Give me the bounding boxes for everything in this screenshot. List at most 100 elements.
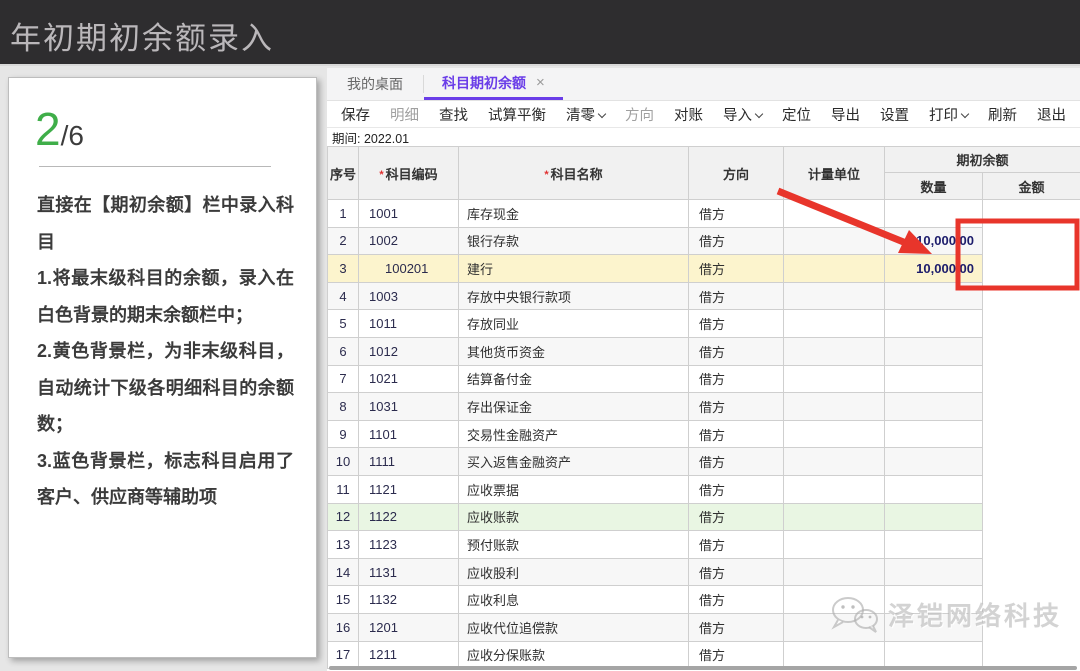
cell-amount[interactable] bbox=[885, 200, 983, 228]
cell-code[interactable]: 1211 bbox=[359, 641, 459, 669]
cell-direction[interactable]: 借方 bbox=[689, 365, 784, 393]
toolbar-button[interactable]: 打印 bbox=[929, 104, 968, 125]
cell-code[interactable]: 1021 bbox=[359, 365, 459, 393]
cell-qty[interactable] bbox=[784, 365, 885, 393]
cell-direction[interactable]: 借方 bbox=[689, 503, 784, 531]
cell-amount[interactable] bbox=[885, 448, 983, 476]
cell-qty[interactable] bbox=[784, 558, 885, 586]
cell-amount[interactable] bbox=[885, 337, 983, 365]
table-row[interactable]: 1 1001 库存现金 借方 bbox=[328, 200, 1080, 228]
toolbar-button[interactable]: 设置 bbox=[880, 104, 909, 125]
cell-direction[interactable]: 借方 bbox=[689, 310, 784, 338]
table-row[interactable]: 5 1011 存放同业 借方 bbox=[328, 310, 1080, 338]
toolbar-button[interactable]: 导出 bbox=[831, 104, 860, 125]
cell-direction[interactable]: 借方 bbox=[689, 227, 784, 255]
cell-name[interactable]: 应收代位追偿款 bbox=[459, 613, 689, 641]
cell-qty[interactable] bbox=[784, 531, 885, 559]
cell-direction[interactable]: 借方 bbox=[689, 558, 784, 586]
cell-code[interactable]: 1201 bbox=[359, 613, 459, 641]
cell-name[interactable]: 其他货币资金 bbox=[459, 337, 689, 365]
cell-amount[interactable] bbox=[885, 365, 983, 393]
cell-code[interactable]: 1002 bbox=[359, 227, 459, 255]
cell-name[interactable]: 应收分保账款 bbox=[459, 641, 689, 669]
cell-amount[interactable]: 10,000.00 bbox=[885, 255, 983, 283]
toolbar-button[interactable]: 导入 bbox=[723, 104, 762, 125]
cell-direction[interactable]: 借方 bbox=[689, 641, 784, 669]
cell-amount[interactable] bbox=[885, 393, 983, 421]
cell-qty[interactable] bbox=[784, 420, 885, 448]
table-row[interactable]: 12 1122 应收账款 借方 bbox=[328, 503, 1080, 531]
cell-amount[interactable]: 10,000.00 bbox=[885, 227, 983, 255]
toolbar-button[interactable]: 清零 bbox=[566, 104, 605, 125]
cell-amount[interactable] bbox=[885, 613, 983, 641]
cell-name[interactable]: 买入返售金融资产 bbox=[459, 448, 689, 476]
cell-name[interactable]: 存放同业 bbox=[459, 310, 689, 338]
table-row[interactable]: 11 1121 应收票据 借方 bbox=[328, 475, 1080, 503]
close-tab-icon[interactable]: × bbox=[536, 74, 545, 91]
cell-direction[interactable]: 借方 bbox=[689, 337, 784, 365]
cell-code[interactable]: 1111 bbox=[359, 448, 459, 476]
cell-qty[interactable] bbox=[784, 586, 885, 614]
tab-account-opening-balance[interactable]: 科目期初余额 × bbox=[424, 68, 563, 100]
table-row[interactable]: 16 1201 应收代位追偿款 借方 bbox=[328, 613, 1080, 641]
toolbar-button[interactable]: 退出 bbox=[1037, 104, 1066, 125]
cell-name[interactable]: 应收股利 bbox=[459, 558, 689, 586]
cell-code[interactable]: 1003 bbox=[359, 282, 459, 310]
toolbar-button[interactable]: 刷新 bbox=[988, 104, 1017, 125]
cell-name[interactable]: 应收票据 bbox=[459, 475, 689, 503]
toolbar-button[interactable]: 定位 bbox=[782, 104, 811, 125]
cell-amount[interactable] bbox=[885, 420, 983, 448]
cell-code[interactable]: 1121 bbox=[359, 475, 459, 503]
cell-direction[interactable]: 借方 bbox=[689, 255, 784, 283]
cell-qty[interactable] bbox=[784, 393, 885, 421]
cell-direction[interactable]: 借方 bbox=[689, 282, 784, 310]
cell-amount[interactable] bbox=[885, 282, 983, 310]
cell-amount[interactable] bbox=[885, 475, 983, 503]
cell-qty[interactable] bbox=[784, 310, 885, 338]
table-row[interactable]: 15 1132 应收利息 借方 bbox=[328, 586, 1080, 614]
cell-direction[interactable]: 借方 bbox=[689, 200, 784, 228]
cell-name[interactable]: 结算备付金 bbox=[459, 365, 689, 393]
table-row[interactable]: 8 1031 存出保证金 借方 bbox=[328, 393, 1080, 421]
cell-name[interactable]: 应收利息 bbox=[459, 586, 689, 614]
cell-amount[interactable] bbox=[885, 503, 983, 531]
cell-name[interactable]: 库存现金 bbox=[459, 200, 689, 228]
table-row[interactable]: 7 1021 结算备付金 借方 bbox=[328, 365, 1080, 393]
cell-qty[interactable] bbox=[784, 337, 885, 365]
cell-direction[interactable]: 借方 bbox=[689, 586, 784, 614]
toolbar-button[interactable]: 对账 bbox=[674, 104, 703, 125]
table-row[interactable]: 10 1111 买入返售金融资产 借方 bbox=[328, 448, 1080, 476]
cell-amount[interactable] bbox=[885, 558, 983, 586]
toolbar-button[interactable]: 保存 bbox=[341, 104, 370, 125]
cell-amount[interactable] bbox=[885, 310, 983, 338]
cell-direction[interactable]: 借方 bbox=[689, 393, 784, 421]
table-row[interactable]: 2 1002 银行存款 借方 10,000.00 bbox=[328, 227, 1080, 255]
cell-amount[interactable] bbox=[885, 641, 983, 669]
table-row[interactable]: 14 1131 应收股利 借方 bbox=[328, 558, 1080, 586]
table-row[interactable]: 13 1123 预付账款 借方 bbox=[328, 531, 1080, 559]
cell-qty[interactable] bbox=[784, 613, 885, 641]
table-row[interactable]: 17 1211 应收分保账款 借方 bbox=[328, 641, 1080, 669]
cell-code[interactable]: 1011 bbox=[359, 310, 459, 338]
cell-qty[interactable] bbox=[784, 282, 885, 310]
cell-qty[interactable] bbox=[784, 641, 885, 669]
toolbar-button[interactable]: 查找 bbox=[439, 104, 468, 125]
cell-code[interactable]: 100201 bbox=[359, 255, 459, 283]
cell-code[interactable]: 1132 bbox=[359, 586, 459, 614]
cell-name[interactable]: 银行存款 bbox=[459, 227, 689, 255]
cell-direction[interactable]: 借方 bbox=[689, 475, 784, 503]
cell-name[interactable]: 存出保证金 bbox=[459, 393, 689, 421]
cell-name[interactable]: 建行 bbox=[459, 255, 689, 283]
cell-code[interactable]: 1001 bbox=[359, 200, 459, 228]
horizontal-scrollbar[interactable] bbox=[329, 666, 1077, 670]
cell-code[interactable]: 1101 bbox=[359, 420, 459, 448]
cell-qty[interactable] bbox=[784, 448, 885, 476]
cell-direction[interactable]: 借方 bbox=[689, 613, 784, 641]
cell-amount[interactable] bbox=[885, 531, 983, 559]
cell-qty[interactable] bbox=[784, 503, 885, 531]
cell-qty[interactable] bbox=[784, 200, 885, 228]
cell-code[interactable]: 1123 bbox=[359, 531, 459, 559]
toolbar-button[interactable]: 试算平衡 bbox=[488, 104, 546, 125]
cell-name[interactable]: 应收账款 bbox=[459, 503, 689, 531]
cell-name[interactable]: 预付账款 bbox=[459, 531, 689, 559]
